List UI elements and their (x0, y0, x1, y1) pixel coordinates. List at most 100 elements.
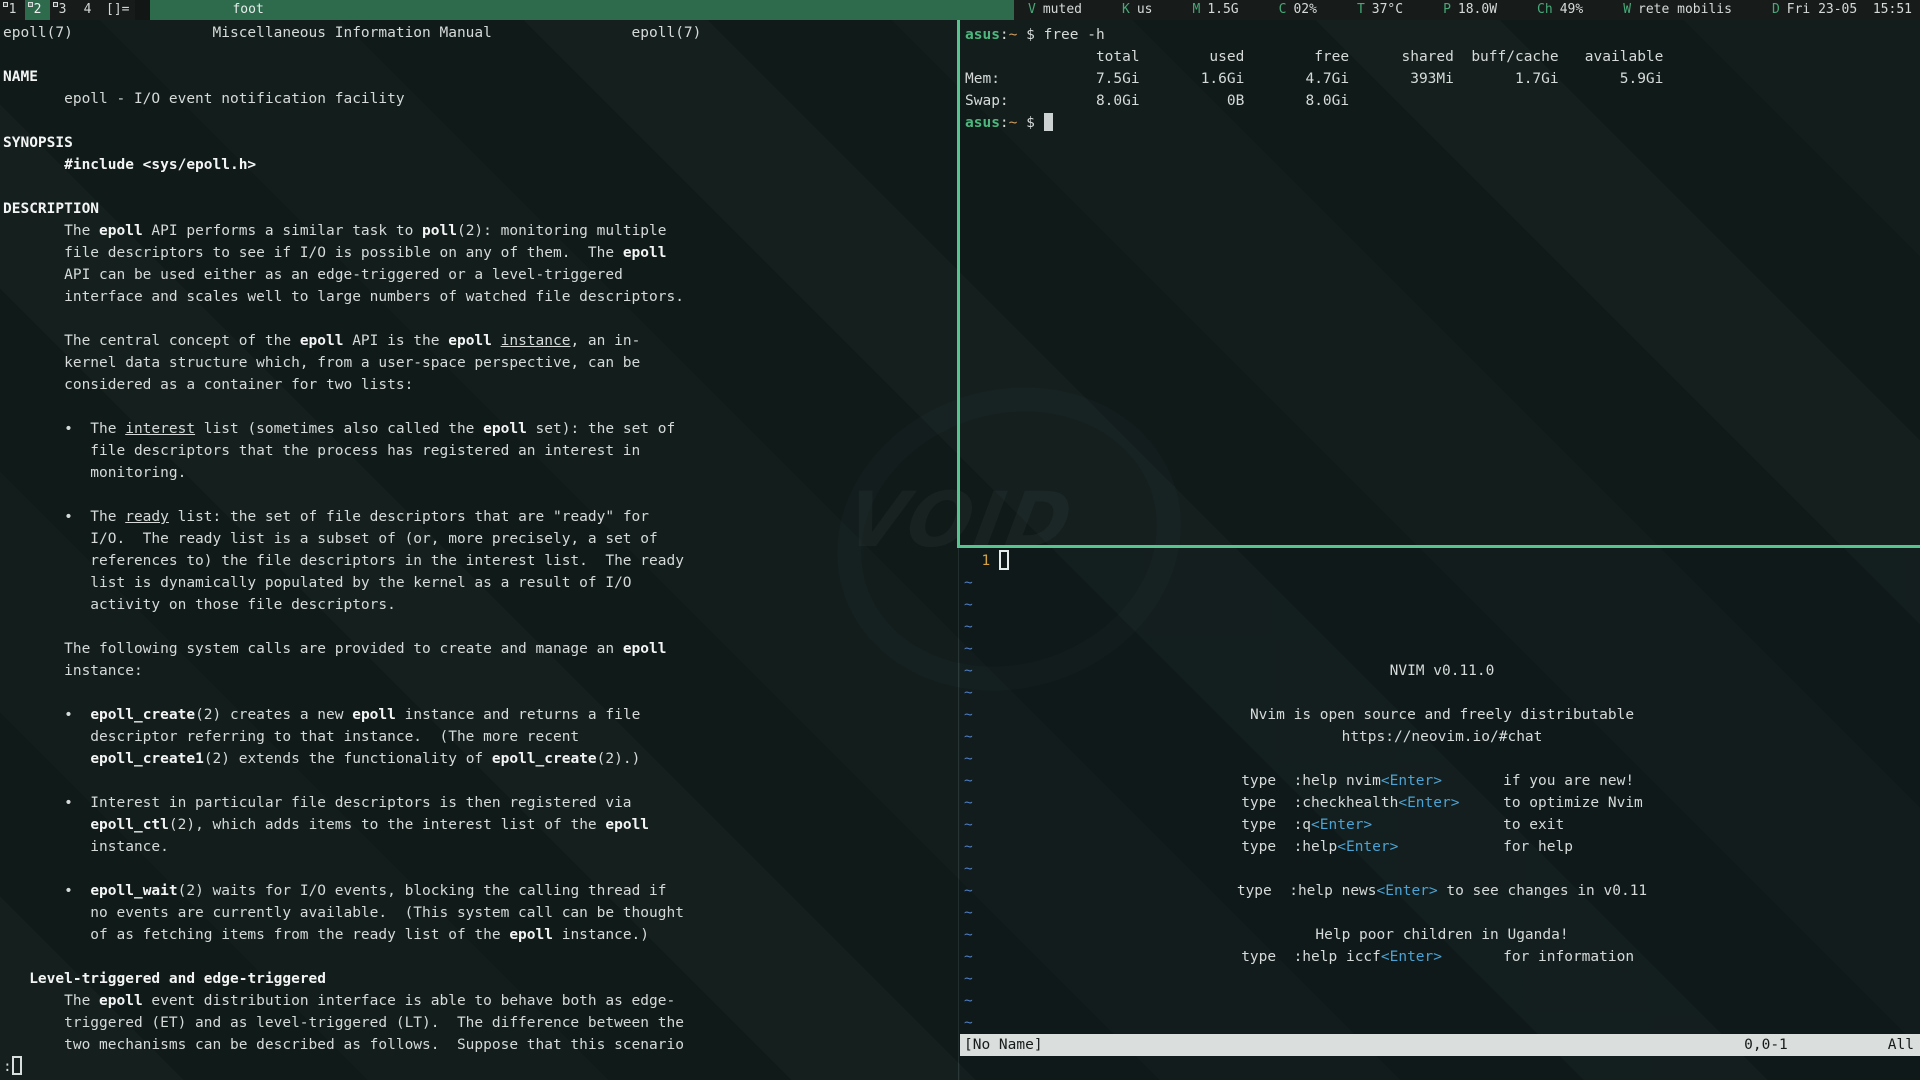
text-segment: (2) creates a new (195, 707, 352, 723)
text-segment: Nvim is open source and freely distribut… (1250, 707, 1634, 723)
text-segment: epoll_create1 (90, 751, 204, 767)
pager-prompt: : (3, 1059, 12, 1075)
text-segment: NAME (3, 69, 38, 85)
man-line: interface and scales well to large numbe… (3, 286, 958, 308)
nvim-inactive-cursor (999, 550, 1009, 570)
text-segment: (2) extends the functionality of (204, 751, 492, 767)
prompt-host: asus (965, 115, 1000, 131)
man-line (3, 484, 958, 506)
man-line: API can be used either as an edge-trigge… (3, 264, 958, 286)
nvim-intro-line: type :help news<Enter> to see changes in… (964, 880, 1920, 902)
text-segment: NVIM v0.11.0 (1390, 663, 1495, 679)
text-segment: • (3, 883, 90, 899)
text-segment: Help poor children in Uganda! (1315, 927, 1568, 943)
text-segment: (2), which adds items to the interest li… (169, 817, 606, 833)
man-line: file descriptors that the process has re… (3, 440, 958, 462)
text-segment (492, 333, 501, 349)
text-segment: instance and returns a file (396, 707, 640, 723)
focused-window-border-left (957, 20, 960, 547)
text-segment: to see changes in v0.11 (1438, 883, 1648, 899)
nvim-intro-line: Help poor children in Uganda! (964, 924, 1920, 946)
nvim-row: ~ (964, 858, 1920, 880)
status-value: 49% (1560, 2, 1583, 17)
text-segment: type :help (1241, 839, 1337, 855)
man-line: • The interest list (sometimes also call… (3, 418, 958, 440)
focused-window-border-bottom (957, 545, 1920, 548)
nvim-ruler: 0,0-1 (1744, 1034, 1788, 1056)
terminal-shell[interactable]: asus:~ $ free -h total used free shared … (960, 20, 1920, 545)
man-line: no events are currently available. (This… (3, 902, 958, 924)
text-segment: epoll_create (90, 707, 195, 723)
desktop: VOID 1234 []= foot VmutedKusM1.5GC02%T37… (0, 0, 1920, 1080)
status-value: rete mobilis (1638, 2, 1732, 17)
text-segment: (2) waits for I/O events, blocking the c… (178, 883, 667, 899)
status-item-p: P18.0W (1443, 0, 1497, 20)
status-key: V (1028, 2, 1036, 17)
text-segment: type :checkhealth (1241, 795, 1398, 811)
text-segment: activity on those file descriptors. (3, 597, 396, 613)
man-line: The central concept of the epoll API is … (3, 330, 958, 352)
nvim-row: ~https://neovim.io/#chat (964, 726, 1920, 748)
nvim-row: ~ (964, 616, 1920, 638)
workspace-button-3[interactable]: 3 (50, 0, 75, 20)
prompt-host: asus (965, 27, 1000, 43)
text-segment: epoll (352, 707, 396, 723)
man-line: • epoll_create(2) creates a new epoll in… (3, 704, 958, 726)
man-line: DESCRIPTION (3, 198, 958, 220)
man-line: epoll - I/O event notification facility (3, 88, 958, 110)
nvim-row: ~type :help news<Enter> to see changes i… (964, 880, 1920, 902)
text-segment: epoll(7) Miscellaneous Information Manua… (3, 25, 701, 41)
text-segment: epoll (605, 817, 649, 833)
terminal-output-line: Swap: 8.0Gi 0B 8.0Gi (965, 90, 1920, 112)
terminal-output-line: Mem: 7.5Gi 1.6Gi 4.7Gi 393Mi 1.7Gi 5.9Gi (965, 68, 1920, 90)
text-segment: The (3, 993, 99, 1009)
nvim-row: ~ (964, 902, 1920, 924)
text-segment: file descriptors to see if I/O is possib… (3, 245, 623, 261)
nvim-row: ~ (964, 638, 1920, 660)
nvim-row: ~ (964, 594, 1920, 616)
man-line: references to) the file descriptors in t… (3, 550, 958, 572)
text-segment: • Interest in particular file descriptor… (3, 795, 632, 811)
nvim-intro-line: NVIM v0.11.0 (964, 660, 1920, 682)
man-line (3, 946, 958, 968)
man-line: epoll_ctl(2), which adds items to the in… (3, 814, 958, 836)
nvim-intro-line: Nvim is open source and freely distribut… (964, 704, 1920, 726)
terminal-neovim[interactable]: 1 ~~~~~NVIM v0.11.0~~Nvim is open source… (960, 548, 1920, 1080)
text-segment: I/O. The ready list is a subset of (or, … (3, 531, 658, 547)
nvim-tilde: ~ (964, 1015, 973, 1031)
man-line: activity on those file descriptors. (3, 594, 958, 616)
nvim-line-number: 1 (964, 553, 999, 569)
nvim-tilde: ~ (964, 575, 973, 591)
status-value: 18.0W (1458, 2, 1497, 17)
workspace-button-4[interactable]: 4 (75, 0, 100, 20)
status-key: Ch (1537, 2, 1553, 17)
text-segment: • The (3, 509, 125, 525)
prompt-dollar: $ (1017, 27, 1043, 43)
man-line (3, 110, 958, 132)
text-segment: instance: (3, 663, 143, 679)
workspace-button-2[interactable]: 2 (25, 0, 50, 20)
nvim-intro-line: type :checkhealth<Enter> to optimize Nvi… (964, 792, 1920, 814)
nvim-row: ~type :help iccf<Enter> for information (964, 946, 1920, 968)
status-item-w: Wrete mobilis (1623, 0, 1732, 20)
text-segment: two mechanisms can be described as follo… (3, 1037, 684, 1053)
man-line: I/O. The ready list is a subset of (or, … (3, 528, 958, 550)
man-line: The following system calls are provided … (3, 638, 958, 660)
terminal-man-epoll[interactable]: epoll(7) Miscellaneous Information Manua… (0, 20, 958, 1080)
man-line (3, 770, 958, 792)
text-segment: The (3, 223, 99, 239)
man-line (3, 396, 958, 418)
nvim-statusline: [No Name] 0,0-1All (960, 1034, 1920, 1056)
status-key: C (1279, 2, 1287, 17)
status-key: M (1192, 2, 1200, 17)
nvim-tilde: ~ (964, 971, 973, 987)
status-item-ch: Ch 49% (1537, 0, 1583, 20)
nvim-row: ~type :help<Enter> for help (964, 836, 1920, 858)
text-segment: type :help nvim (1241, 773, 1381, 789)
workspace-button-1[interactable]: 1 (0, 0, 25, 20)
nvim-row: ~type :checkhealth<Enter> to optimize Nv… (964, 792, 1920, 814)
text-segment: epoll (448, 333, 492, 349)
text-segment: list (sometimes also called the (195, 421, 483, 437)
status-value: 37°C (1372, 2, 1403, 17)
status-value: 02% (1293, 2, 1316, 17)
